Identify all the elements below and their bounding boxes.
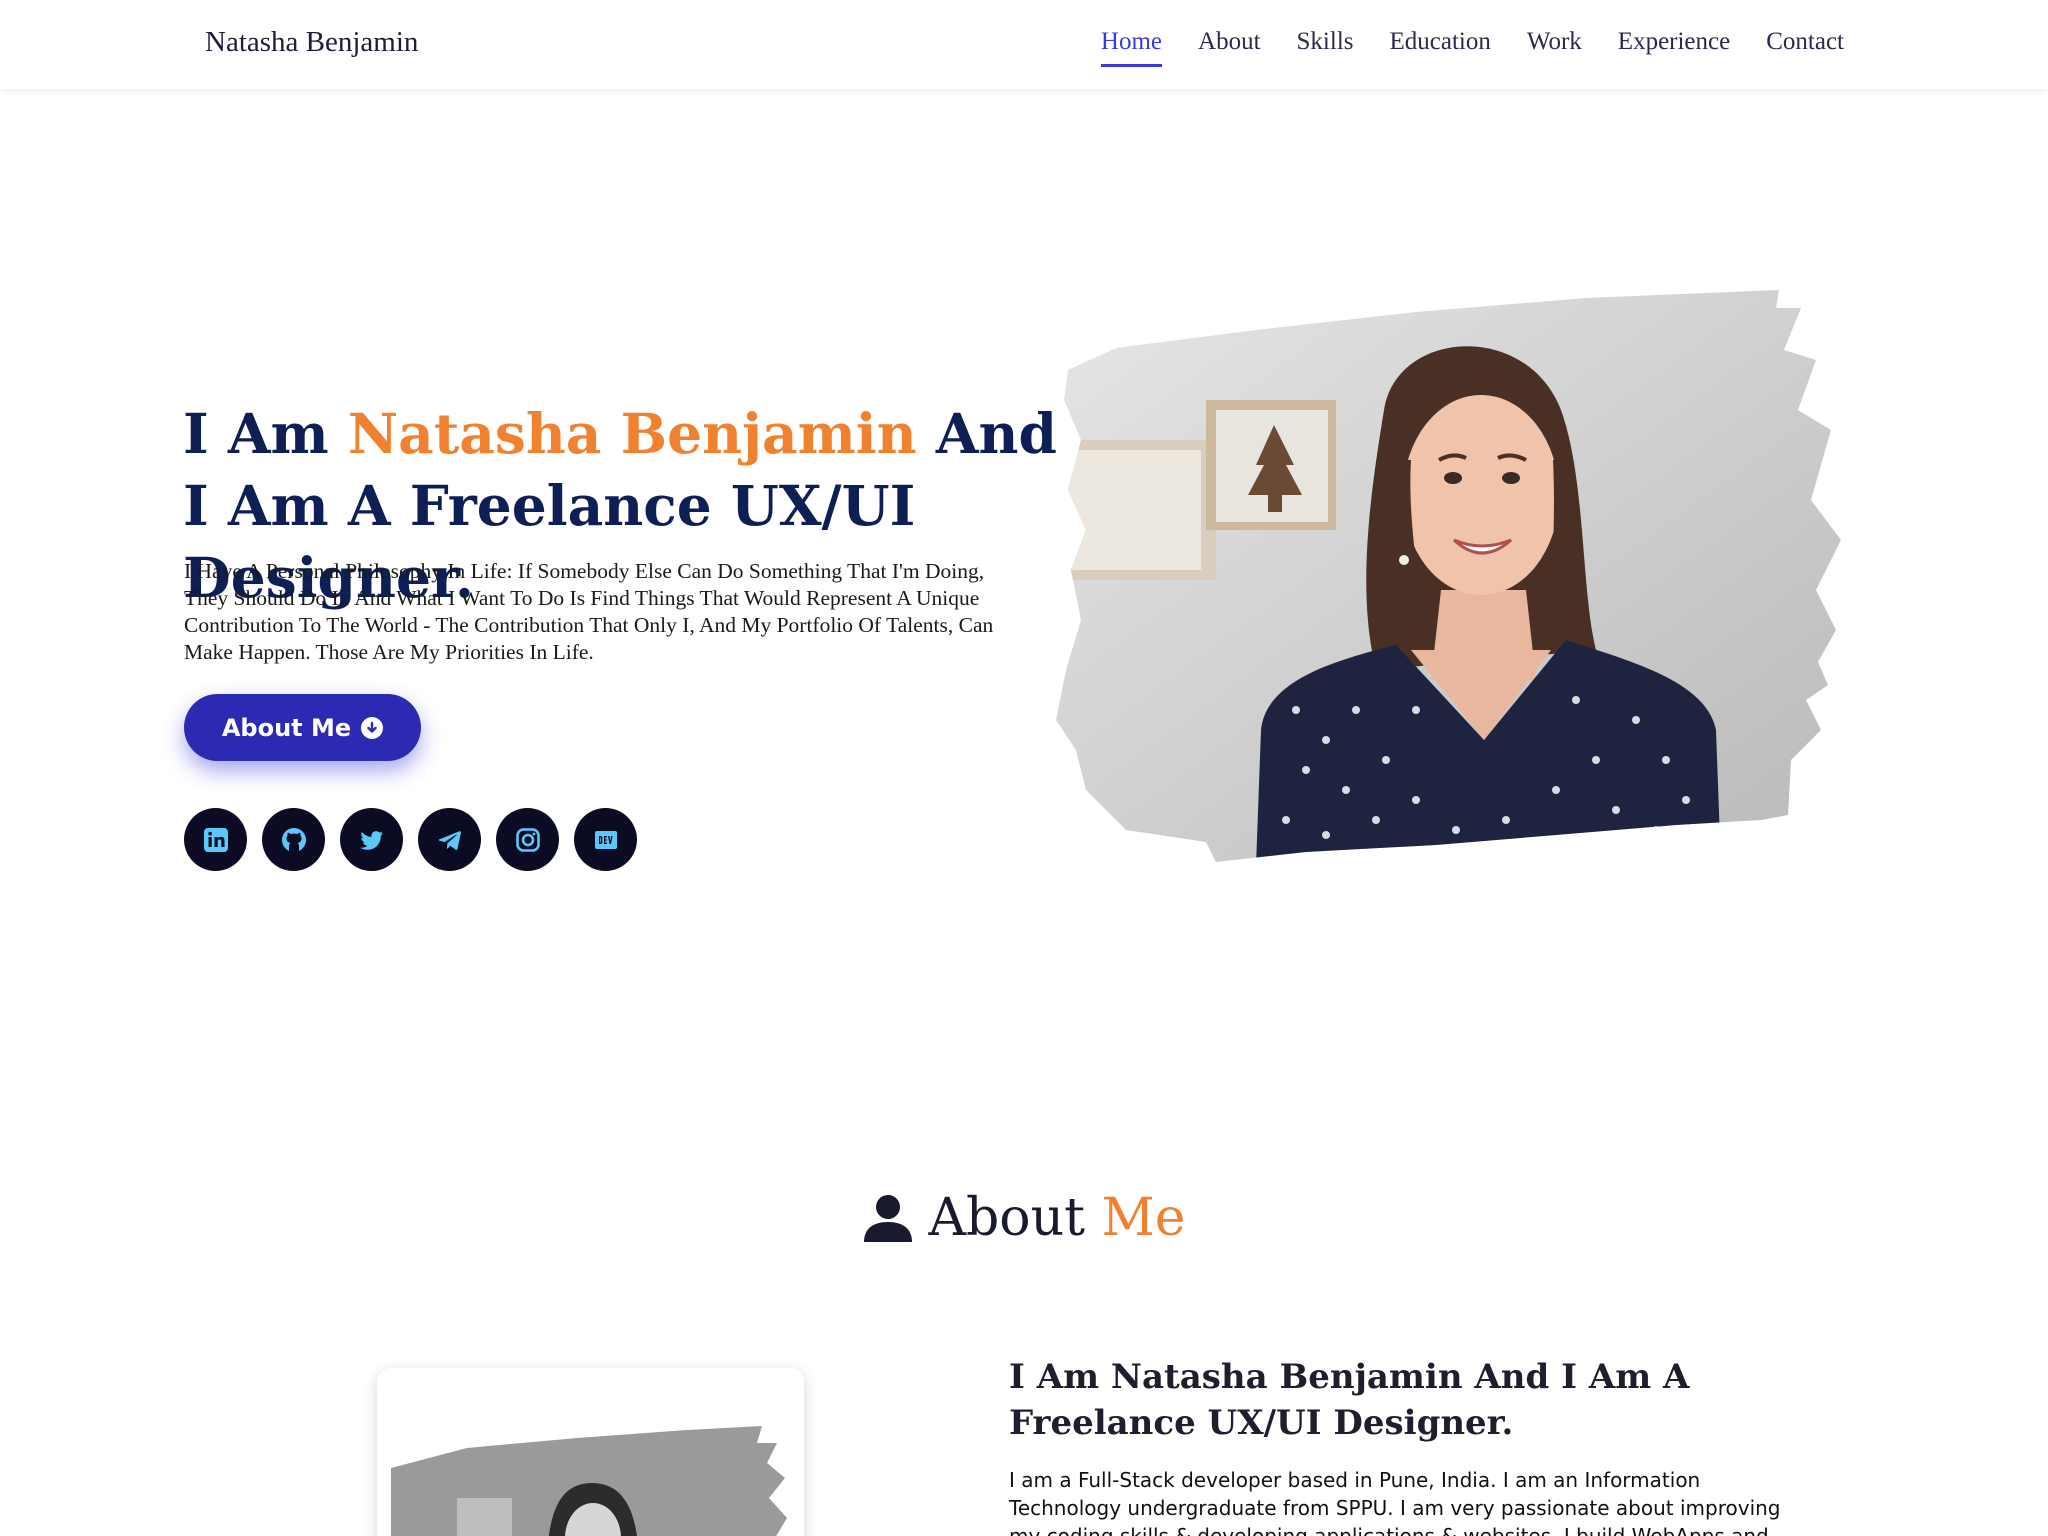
about-photo-card bbox=[377, 1368, 804, 1536]
linkedin-link[interactable] bbox=[184, 808, 247, 871]
about-description: I am a Full-Stack developer based in Pun… bbox=[1009, 1468, 1781, 1536]
about-subtitle: I Am Natasha Benjamin And I Am A Freelan… bbox=[1009, 1357, 1690, 1443]
hero-description: I Have A Personal Philosophy In Life: If… bbox=[184, 559, 994, 664]
linkedin-icon bbox=[203, 827, 228, 852]
about-me-button-label: About Me bbox=[221, 713, 352, 742]
github-icon bbox=[281, 827, 306, 852]
dev-link[interactable] bbox=[574, 808, 637, 871]
top-navbar: Natasha Benjamin Home About Skills Educa… bbox=[0, 0, 2048, 89]
instagram-link[interactable] bbox=[496, 808, 559, 871]
nav-home[interactable]: Home bbox=[1100, 28, 1163, 67]
social-links bbox=[184, 808, 637, 871]
nav-work[interactable]: Work bbox=[1527, 28, 1582, 67]
nav-skills[interactable]: Skills bbox=[1297, 28, 1354, 67]
main-nav: Home About Skills Education Work Experie… bbox=[1100, 28, 1844, 67]
about-heading-word1: About bbox=[928, 1188, 1085, 1248]
hero-title-prefix: I Am bbox=[183, 401, 348, 466]
brand-name[interactable]: Natasha Benjamin bbox=[205, 26, 418, 59]
instagram-icon bbox=[515, 827, 540, 852]
dev-icon bbox=[594, 830, 617, 849]
about-heading-word2: Me bbox=[1101, 1188, 1186, 1248]
arrow-down-circle-icon bbox=[361, 716, 384, 739]
about-portrait-image bbox=[391, 1426, 787, 1536]
about-section-heading: About Me bbox=[0, 1188, 2048, 1248]
about-me-button[interactable]: About Me bbox=[184, 694, 421, 761]
hero-title-name: Natasha Benjamin bbox=[347, 401, 917, 466]
user-icon bbox=[864, 1195, 913, 1242]
twitter-link[interactable] bbox=[340, 808, 403, 871]
nav-education[interactable]: Education bbox=[1390, 28, 1491, 67]
telegram-link[interactable] bbox=[418, 808, 481, 871]
twitter-icon bbox=[359, 830, 383, 850]
telegram-icon bbox=[438, 830, 461, 850]
github-link[interactable] bbox=[262, 808, 325, 871]
nav-contact[interactable]: Contact bbox=[1766, 28, 1844, 67]
nav-about[interactable]: About bbox=[1198, 28, 1261, 67]
hero-portrait-image bbox=[1056, 290, 1841, 862]
nav-experience[interactable]: Experience bbox=[1618, 28, 1730, 67]
